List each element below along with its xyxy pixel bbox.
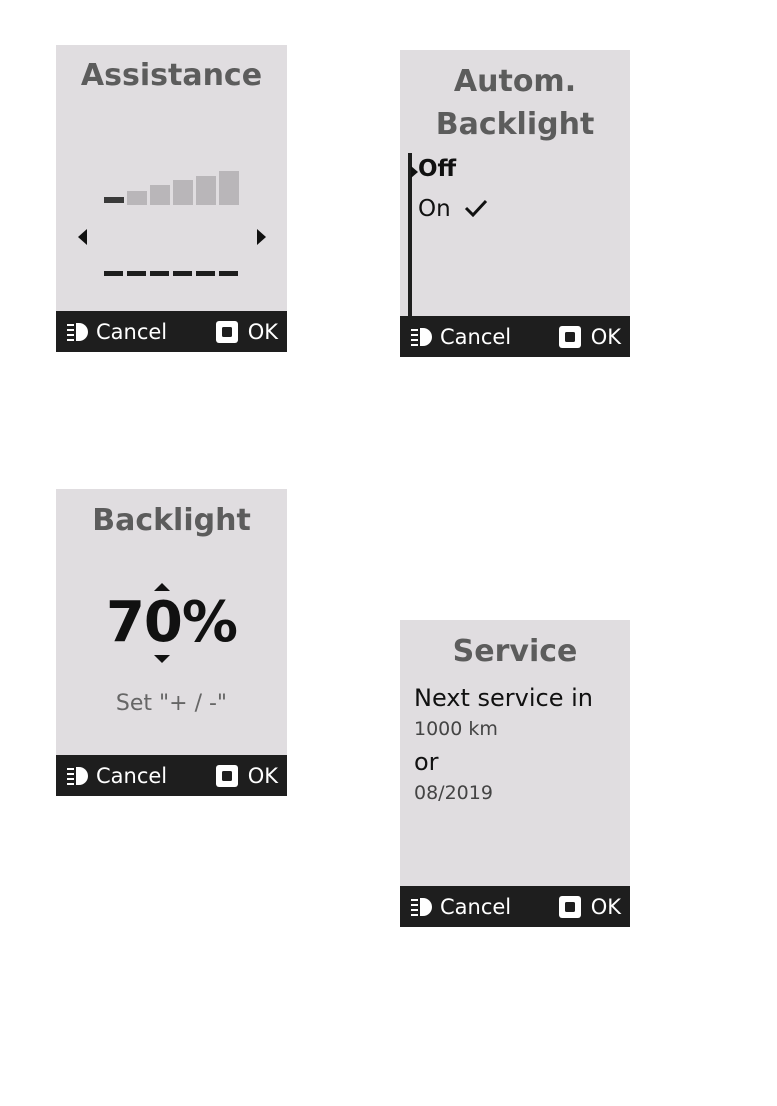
screen-title: Assistance xyxy=(80,58,263,93)
level-bar-1 xyxy=(104,197,124,203)
title-line-2: Backlight xyxy=(435,107,595,142)
headlight-icon xyxy=(67,766,88,785)
level-left-arrow-icon[interactable] xyxy=(78,229,87,245)
ok-label: OK xyxy=(247,319,278,344)
level-right-arrow-icon[interactable] xyxy=(257,229,266,245)
cancel-button[interactable]: Cancel xyxy=(410,316,511,357)
cancel-button[interactable]: Cancel xyxy=(410,886,511,927)
backlight-value: 70% xyxy=(105,590,238,655)
ok-button[interactable]: OK xyxy=(558,886,621,927)
title-line-1: Autom. xyxy=(453,64,577,99)
screen-title: Service xyxy=(452,634,578,669)
level-dash xyxy=(104,271,123,276)
level-dash xyxy=(173,271,192,276)
ok-label: OK xyxy=(590,324,621,349)
autom-backlight-screen: Autom. Backlight Off On Cancel OK xyxy=(400,50,630,357)
screen-title: Autom. Backlight xyxy=(400,60,630,146)
cancel-label: Cancel xyxy=(96,319,168,344)
service-date: 08/2019 xyxy=(414,782,493,804)
ok-label: OK xyxy=(247,763,278,788)
selection-pointer-icon xyxy=(411,166,418,178)
footer-bar: Cancel OK xyxy=(56,755,287,796)
ok-button[interactable]: OK xyxy=(558,316,621,357)
cancel-button[interactable]: Cancel xyxy=(66,311,167,352)
screen-title: Backlight xyxy=(92,503,251,538)
level-dash xyxy=(127,271,146,276)
cancel-button[interactable]: Cancel xyxy=(66,755,167,796)
footer-bar: Cancel OK xyxy=(400,886,630,927)
footer-bar: Cancel OK xyxy=(56,311,287,352)
square-button-icon xyxy=(558,325,581,348)
level-bar-6 xyxy=(219,171,239,205)
service-distance: 1000 km xyxy=(414,718,498,740)
headlight-icon xyxy=(411,897,432,916)
headlight-icon xyxy=(67,322,88,341)
cancel-label: Cancel xyxy=(440,894,512,919)
level-bar-3 xyxy=(150,185,170,205)
square-button-icon xyxy=(215,320,238,343)
checkmark-icon xyxy=(464,199,488,218)
decrease-arrow-icon[interactable] xyxy=(154,655,170,663)
ok-label: OK xyxy=(590,894,621,919)
option-off[interactable]: Off xyxy=(418,156,456,182)
headlight-icon xyxy=(411,327,432,346)
or-label: or xyxy=(414,748,439,776)
level-bar-4 xyxy=(173,180,193,205)
cancel-label: Cancel xyxy=(440,324,512,349)
next-service-label: Next service in xyxy=(414,684,594,712)
footer-bar: Cancel OK xyxy=(400,316,630,357)
ok-button[interactable]: OK xyxy=(215,311,278,352)
level-dash xyxy=(150,271,169,276)
square-button-icon xyxy=(558,895,581,918)
cancel-label: Cancel xyxy=(96,763,168,788)
level-bar-5 xyxy=(196,176,216,205)
square-button-icon xyxy=(215,764,238,787)
level-dash xyxy=(196,271,215,276)
backlight-screen: Backlight 70% Set "+ / -" Cancel OK xyxy=(56,489,287,796)
ok-button[interactable]: OK xyxy=(215,755,278,796)
level-bar-2 xyxy=(127,191,147,205)
assistance-screen: Assistance Cancel OK xyxy=(56,45,287,352)
adjust-hint: Set "+ / -" xyxy=(115,691,228,716)
option-label: Off xyxy=(418,156,457,182)
option-label: On xyxy=(418,196,451,222)
service-screen: Service Next service in 1000 km or 08/20… xyxy=(400,620,630,927)
option-on[interactable]: On xyxy=(418,196,488,222)
level-dash xyxy=(219,271,238,276)
